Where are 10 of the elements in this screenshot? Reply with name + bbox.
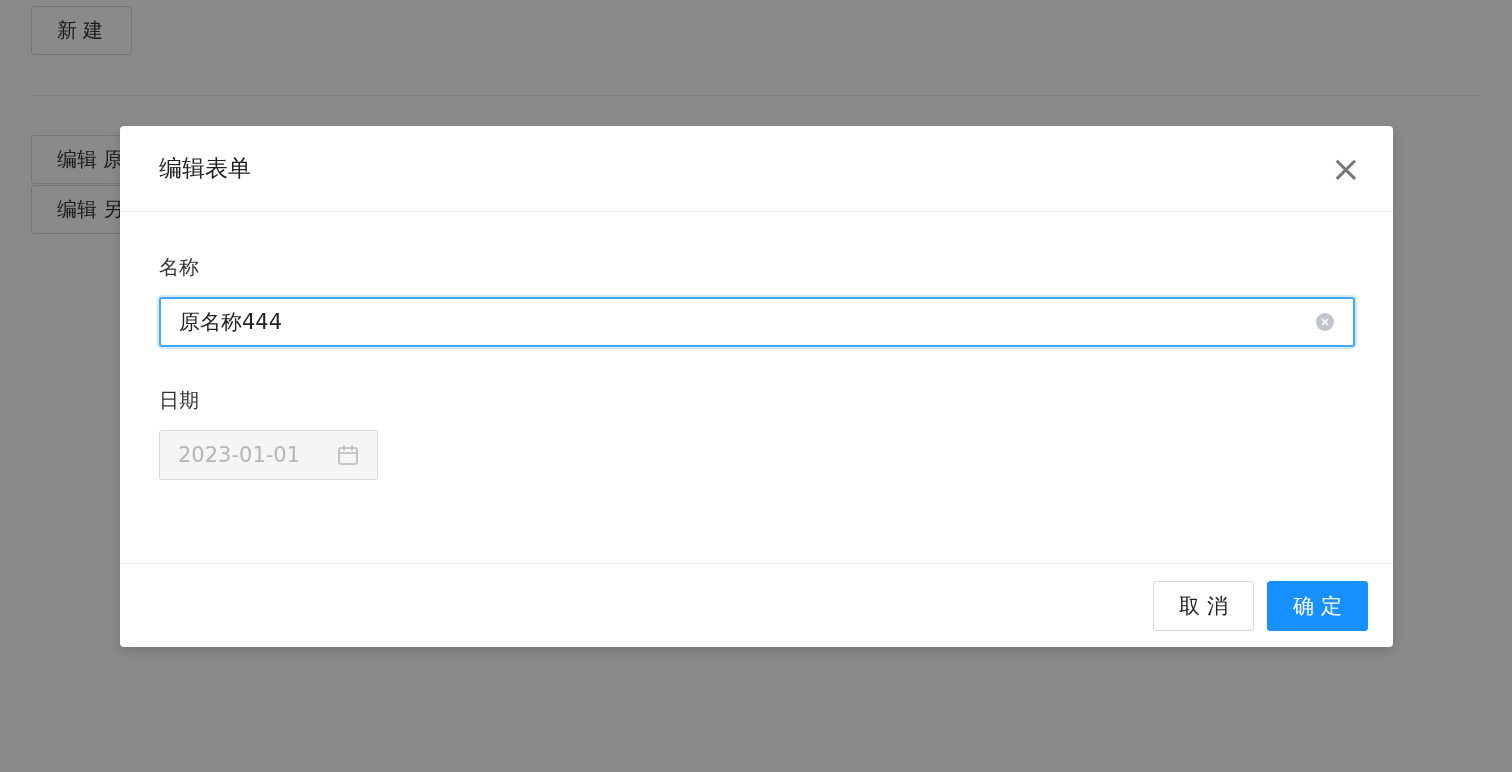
field-label: 名称 (159, 254, 199, 281)
name-input[interactable]: 原名称444 (159, 297, 1355, 347)
field-label: 日期 (159, 387, 199, 414)
calendar-icon (337, 444, 359, 466)
dialog-title: 编辑表单 (159, 154, 251, 183)
cancel-button[interactable]: 取 消 (1153, 580, 1254, 631)
clear-icon[interactable] (1315, 312, 1335, 332)
confirm-button[interactable]: 确 定 (1267, 580, 1368, 631)
new-button[interactable]: 新 建 (31, 6, 132, 55)
close-button[interactable]: × (1326, 150, 1365, 187)
